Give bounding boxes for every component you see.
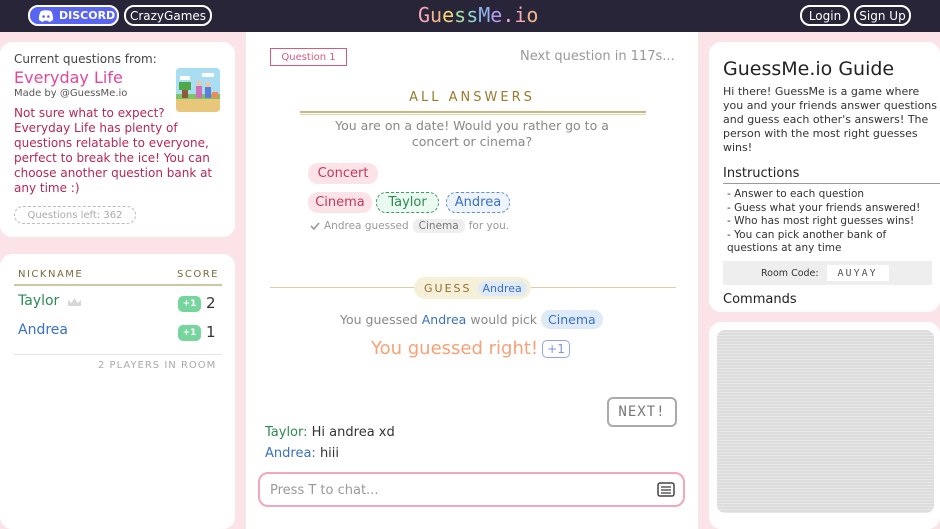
signup-button[interactable]: Sign Up bbox=[854, 5, 911, 26]
chat-input-box bbox=[258, 472, 685, 507]
answer-chip-concert: Concert bbox=[308, 163, 378, 184]
login-button[interactable]: Login bbox=[800, 5, 850, 26]
all-answers-divider bbox=[300, 111, 646, 113]
player-name-taylor: Taylor bbox=[18, 293, 60, 309]
chat-message: Andrea: hiii bbox=[265, 446, 339, 461]
guess-summary-who: Andrea bbox=[421, 312, 467, 327]
chat-input[interactable] bbox=[270, 480, 640, 500]
guess-result-text: You guessed right! bbox=[371, 338, 539, 359]
logo-letter: M bbox=[478, 3, 491, 27]
guess-summary-mid: would pick bbox=[470, 312, 538, 327]
logo-letter: s bbox=[466, 3, 479, 27]
instruction-item: - Answer to each question bbox=[727, 188, 865, 200]
guess-summary-pick: Cinema bbox=[541, 310, 603, 329]
players-panel: NICKNAME SCORE Taylor +1 2 Andrea +1 1 2… bbox=[0, 254, 235, 529]
chat-message: Taylor: Hi andrea xd bbox=[265, 425, 395, 440]
guessed-note-who: Andrea guessed bbox=[324, 220, 409, 232]
discord-label: DISCORD bbox=[59, 9, 116, 22]
logo-letter: u bbox=[430, 3, 443, 27]
logo-letter: G bbox=[418, 3, 431, 27]
instructions-divider bbox=[723, 183, 940, 184]
instruction-item: - You can pick another bank of questions… bbox=[727, 228, 887, 255]
chat-text: hiii bbox=[319, 446, 340, 461]
nickname-header: NICKNAME bbox=[18, 269, 84, 280]
room-code-value[interactable]: AUYAY bbox=[826, 265, 889, 281]
logo-letter: . bbox=[502, 3, 515, 27]
instruction-item: - Who has most right guesses wins! bbox=[727, 215, 915, 228]
guide-panel: GuessMe.io Guide Hi there! GuessMe is a … bbox=[709, 42, 940, 312]
score-header: SCORE bbox=[177, 269, 219, 280]
chat-author-taylor: Taylor: bbox=[265, 425, 308, 440]
instructions-list: - Answer to each question - Guess what y… bbox=[727, 188, 937, 256]
guess-result-points: +1 bbox=[542, 339, 570, 358]
guessme-logo: GuessMe.io bbox=[418, 3, 538, 27]
commands-title: Commands bbox=[723, 292, 797, 307]
all-answers-title: ALL ANSWERS bbox=[409, 90, 535, 105]
player-score-taylor: 2 bbox=[206, 294, 216, 312]
answer-player-taylor: Taylor bbox=[376, 192, 439, 213]
logo-letter: s bbox=[454, 3, 467, 27]
logo-letter: o bbox=[526, 3, 539, 27]
check-icon bbox=[310, 222, 320, 230]
players-divider bbox=[14, 354, 222, 355]
chat-author-andrea: Andrea: bbox=[265, 446, 316, 461]
answer-chip-cinema: Cinema bbox=[308, 192, 372, 213]
guess-result: You guessed right! +1 bbox=[371, 338, 570, 359]
guess-summary-pre: You guessed bbox=[340, 312, 418, 327]
guess-label: GUESS bbox=[424, 281, 472, 295]
room-code-box: Room Code: AUYAY bbox=[723, 261, 932, 285]
logo-letter: e bbox=[490, 3, 503, 27]
player-score-badge-andrea: +1 bbox=[178, 325, 201, 341]
question-bank-name[interactable]: Everyday Life bbox=[14, 68, 123, 87]
guessed-note-suffix: for you. bbox=[468, 220, 510, 232]
chat-text: Hi andrea xd bbox=[311, 425, 395, 440]
guessed-note-answer: Cinema bbox=[412, 219, 465, 233]
ad-panel bbox=[709, 322, 940, 529]
header-divider bbox=[14, 284, 222, 286]
player-score-andrea: 1 bbox=[206, 323, 216, 341]
players-in-room: 2 PLAYERS IN ROOM bbox=[98, 360, 217, 371]
all-answers-divider-thin bbox=[300, 114, 646, 115]
top-bar: DISCORD CrazyGames GuessMe.io Login Sign… bbox=[0, 0, 940, 32]
guess-header: GUESS Andrea bbox=[414, 277, 531, 299]
question-bank-author: Made by @GuessMe.io bbox=[14, 88, 128, 99]
ad-placeholder bbox=[717, 330, 934, 513]
crazygames-button[interactable]: CrazyGames bbox=[124, 5, 212, 26]
guess-target-name: Andrea bbox=[477, 280, 527, 296]
logo-letter: i bbox=[514, 3, 527, 27]
guide-intro: Hi there! GuessMe is a game where you an… bbox=[723, 85, 938, 154]
crown-icon bbox=[68, 298, 81, 306]
next-question-timer: Next question in 117s... bbox=[520, 49, 675, 64]
question-bank-panel: Current questions from: Everyday Life Ma… bbox=[0, 42, 235, 237]
discord-button[interactable]: DISCORD bbox=[28, 5, 119, 26]
guess-summary: You guessed Andrea would pick Cinema bbox=[340, 310, 603, 329]
game-panel: Question 1 Next question in 117s... ALL … bbox=[246, 32, 698, 529]
next-button[interactable]: NEXT! bbox=[607, 397, 677, 427]
player-score-badge-taylor: +1 bbox=[178, 296, 201, 312]
instructions-title: Instructions bbox=[723, 166, 800, 181]
chat-log-icon[interactable] bbox=[657, 482, 675, 497]
logo-letter: e bbox=[442, 3, 455, 27]
questions-left-badge: Questions left: 362 bbox=[14, 206, 136, 224]
question-bank-description: Not sure what to expect? Everyday Life h… bbox=[14, 106, 213, 195]
guide-title: GuessMe.io Guide bbox=[723, 58, 895, 80]
guessed-for-you-note: Andrea guessed Cinema for you. bbox=[310, 219, 509, 233]
instruction-item: - Guess what your friends answered! bbox=[727, 201, 921, 214]
current-questions-label: Current questions from: bbox=[14, 52, 157, 66]
question-number-tag: Question 1 bbox=[270, 48, 347, 66]
answer-player-andrea: Andrea bbox=[446, 192, 510, 213]
player-name-andrea: Andrea bbox=[18, 322, 68, 338]
discord-icon bbox=[38, 9, 54, 22]
question-text: You are on a date! Would you rather go t… bbox=[335, 118, 609, 149]
room-code-label: Room Code: bbox=[761, 267, 819, 279]
